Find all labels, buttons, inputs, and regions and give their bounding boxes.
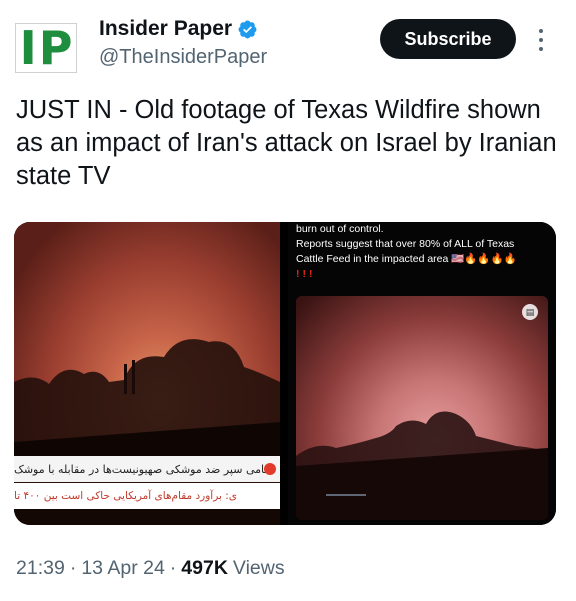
tweet-meta: 21:39 · 13 Apr 24 · 497K Views: [16, 557, 285, 580]
media-grid: ناکامی سپر ضد موشکی صهیونیست‌ها در مقابل…: [14, 222, 556, 525]
views-count[interactable]: 497K: [181, 557, 228, 580]
media-image-right[interactable]: burn out of control. Reports suggest tha…: [288, 222, 556, 525]
insider-paper-logo: IP: [15, 23, 77, 73]
verified-badge-icon: [238, 20, 257, 38]
account-handle[interactable]: @TheInsiderPaper: [99, 46, 267, 69]
screenshot-text: burn out of control. Reports suggest tha…: [296, 222, 552, 282]
tweet-date[interactable]: 13 Apr 24: [81, 557, 164, 580]
media-badge-icon: ▤: [522, 304, 538, 320]
display-name[interactable]: Insider Paper: [99, 17, 232, 41]
news-logo-dot: [264, 463, 276, 475]
avatar[interactable]: IP: [14, 20, 78, 76]
caption-line-2: ی: برآورد مقام‌های آمریکایی حاکی است بین…: [14, 483, 280, 509]
tree-silhouettes: [14, 339, 280, 462]
views-label: Views: [232, 557, 285, 579]
embedded-video[interactable]: ▤: [296, 296, 548, 520]
exclamation-marks: !!!: [296, 268, 316, 280]
screenshot-text-line-3: Cattle Feed in the impacted area: [296, 253, 449, 265]
screenshot-text-line-2: Reports suggest that over 80% of ALL of …: [296, 238, 515, 250]
screenshot-text-line-1: burn out of control.: [296, 223, 384, 235]
tree-silhouettes-right: [296, 411, 548, 520]
subscribe-button[interactable]: Subscribe: [380, 19, 516, 59]
tweet-time[interactable]: 21:39: [16, 557, 65, 580]
caption-line-1: ناکامی سپر ضد موشکی صهیونیست‌ها در مقابل…: [14, 456, 280, 482]
tweet-text: JUST IN - Old footage of Texas Wildfire …: [16, 96, 557, 190]
more-options-icon[interactable]: [533, 26, 549, 54]
tweet: IP Insider Paper @TheInsiderPaper Subscr…: [0, 0, 576, 601]
name-row: Insider Paper: [99, 17, 258, 41]
emoji-run: 🇺🇸🔥🔥🔥🔥: [451, 253, 517, 265]
media-image-left[interactable]: ناکامی سپر ضد موشکی صهیونیست‌ها در مقابل…: [14, 222, 280, 525]
